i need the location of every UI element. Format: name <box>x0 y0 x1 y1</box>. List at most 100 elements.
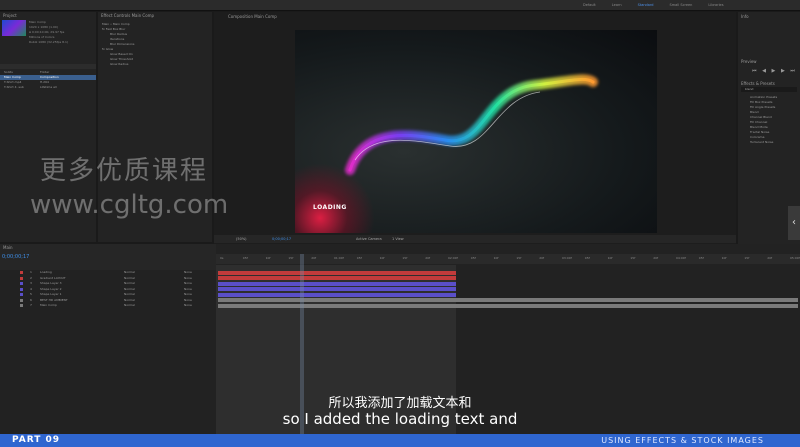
ruler-tick: 0s <box>220 256 224 260</box>
layer-bar[interactable] <box>218 292 456 297</box>
chevron-left-icon[interactable]: ‹ <box>788 206 800 240</box>
layer-parent[interactable]: None <box>184 292 192 296</box>
effects-list-item[interactable]: Fill Box Presets <box>750 100 772 104</box>
effects-search-input[interactable]: blend <box>741 87 797 92</box>
layer-row[interactable]: 3 Shape Layer 3 Normal None <box>0 281 216 286</box>
preview-controls[interactable]: ⏮ ◀ ▶ ▶ ⏭ <box>752 68 797 74</box>
ruler-tick: 20f <box>653 256 659 260</box>
viewer-timecode[interactable]: 0;00;00;17 <box>272 237 291 241</box>
workspace-libraries[interactable]: Libraries <box>708 3 723 7</box>
layer-name[interactable]: Shape Layer 1 <box>40 292 62 296</box>
workspace-standard[interactable]: Standard <box>638 3 654 7</box>
layer-number: 1 <box>30 270 32 274</box>
layer-mode[interactable]: Normal <box>124 270 135 274</box>
effect-controls-tab[interactable]: Effect Controls Main Comp <box>101 13 154 18</box>
effect-row[interactable]: Glow Threshold <box>110 57 133 61</box>
info-tab[interactable]: Info <box>741 14 749 19</box>
layer-parent[interactable]: None <box>184 276 192 280</box>
layer-label-color[interactable] <box>20 287 23 291</box>
layer-label-color[interactable] <box>20 282 23 285</box>
effects-list-item[interactable]: Turbulent Noise <box>750 140 773 144</box>
layer-parent[interactable]: None <box>184 287 192 291</box>
layer-parent[interactable]: None <box>184 270 192 274</box>
layer-parent[interactable]: None <box>184 303 192 307</box>
project-item[interactable]: T-Shirt 4 .sub Lifetime all <box>0 85 96 90</box>
layer-row[interactable]: 1 Loading Normal None <box>0 270 216 275</box>
ruler-tick: 05f <box>584 256 590 260</box>
effects-list-item[interactable]: Fill Channel <box>750 120 767 124</box>
workspace-learn[interactable]: Learn <box>612 3 622 7</box>
effect-row[interactable]: Blur Radius <box>110 32 127 36</box>
layer-label-color[interactable] <box>20 276 23 280</box>
layer-parent[interactable]: None <box>184 281 192 285</box>
layer-parent[interactable]: None <box>184 298 192 302</box>
effect-row[interactable]: Main • Main Comp <box>102 22 130 26</box>
layer-mode[interactable]: Normal <box>124 298 135 302</box>
layer-row[interactable]: 6 BEST HD AMBIENT Normal None <box>0 298 216 303</box>
effect-row[interactable]: Blur Dimensions <box>110 42 135 46</box>
layer-mode[interactable]: Normal <box>124 303 135 307</box>
layer-name[interactable]: Gradient LAYOUT <box>40 276 66 280</box>
effect-row[interactable]: Glow Based On <box>110 52 133 56</box>
layer-mode[interactable]: Normal <box>124 276 135 280</box>
viewer-toolbar: (50%) 0;00;00;17 Active Camera 1 View <box>214 235 736 243</box>
effects-list-item[interactable]: Channel Blend <box>750 115 772 119</box>
project-item-name: Main Comp <box>4 75 21 79</box>
layer-bar[interactable] <box>218 276 456 280</box>
layer-name[interactable]: Shape Layer 2 <box>40 287 62 291</box>
layer-label-color[interactable] <box>20 298 23 302</box>
effects-list-item[interactable]: Colorama <box>750 135 764 139</box>
layer-row[interactable]: 4 Shape Layer 2 Normal None <box>0 287 216 292</box>
layer-bar[interactable] <box>218 281 456 286</box>
effects-list-item[interactable]: Fill Angle Presets <box>750 105 775 109</box>
layer-name[interactable]: Loading <box>40 270 52 274</box>
project-item-name: Solids <box>4 70 13 74</box>
composition-canvas[interactable]: LOADING <box>295 30 657 233</box>
layer-name[interactable]: Shape Layer 3 <box>40 281 62 285</box>
effects-list-item[interactable]: Fractal Noise <box>750 130 769 134</box>
layer-label-color[interactable] <box>20 293 23 296</box>
effect-row[interactable]: Glow Radius <box>110 62 128 66</box>
subtitle-chinese: 所以我添加了加载文本和 <box>328 396 472 411</box>
camera-select[interactable]: Active Camera <box>356 237 382 241</box>
layer-mode[interactable]: Normal <box>124 292 135 296</box>
rainbow-ribbon <box>345 74 598 175</box>
ruler-tick: 10f <box>721 256 727 260</box>
loading-label: LOADING <box>313 204 347 211</box>
layer-bar[interactable] <box>218 287 456 291</box>
preview-tab[interactable]: Preview <box>741 59 757 64</box>
layer-label-color[interactable] <box>20 271 23 274</box>
ruler-tick: 10f <box>265 256 271 260</box>
ruler-tick: 15f <box>402 256 408 260</box>
effect-row[interactable]: fx Fast Box Blur <box>102 27 125 31</box>
timeline-tab[interactable]: Main <box>3 245 13 250</box>
layer-name[interactable]: BEST HD AMBIENT <box>40 298 68 302</box>
effects-list-item[interactable]: Animation Presets <box>750 95 777 99</box>
project-meta-line: Δ 0;00;10;00, 29.97 fps <box>29 30 65 34</box>
workspace-small-screen[interactable]: Small Screen <box>670 3 693 7</box>
effects-list-item[interactable]: Blend <box>750 110 759 114</box>
effect-row[interactable]: fx Glow <box>102 47 113 51</box>
effects-presets-tab[interactable]: Effects & Presets <box>741 81 775 86</box>
ruler-tick: 20f <box>539 256 545 260</box>
layer-row[interactable]: 5 Shape Layer 1 Normal None <box>0 292 216 297</box>
layer-bar[interactable] <box>218 298 798 302</box>
layer-name[interactable]: Main Comp <box>40 303 57 307</box>
workspace-default[interactable]: Default <box>583 3 596 7</box>
zoom-select[interactable]: (50%) <box>236 237 247 241</box>
layer-bar[interactable] <box>218 270 456 275</box>
layer-mode[interactable]: Normal <box>124 281 135 285</box>
ruler-tick: 05:00f <box>790 256 800 260</box>
layer-mode[interactable]: Normal <box>124 287 135 291</box>
ruler-tick: 15f <box>744 256 750 260</box>
composition-tab[interactable]: Composition Main Comp <box>228 14 277 19</box>
layer-row[interactable]: 2 Gradient LAYOUT Normal None <box>0 276 216 281</box>
layer-label-color[interactable] <box>20 304 23 307</box>
effects-list-item[interactable]: Blend Mode <box>750 125 768 129</box>
timeline-timecode[interactable]: 0;00;00;17 <box>2 254 29 260</box>
effect-row[interactable]: Iterations <box>110 37 124 41</box>
project-tab[interactable]: Project <box>3 13 17 18</box>
layer-row[interactable]: 7 Main Comp Normal None <box>0 303 216 308</box>
layer-bar[interactable] <box>218 303 798 308</box>
views-select[interactable]: 1 View <box>392 237 404 241</box>
